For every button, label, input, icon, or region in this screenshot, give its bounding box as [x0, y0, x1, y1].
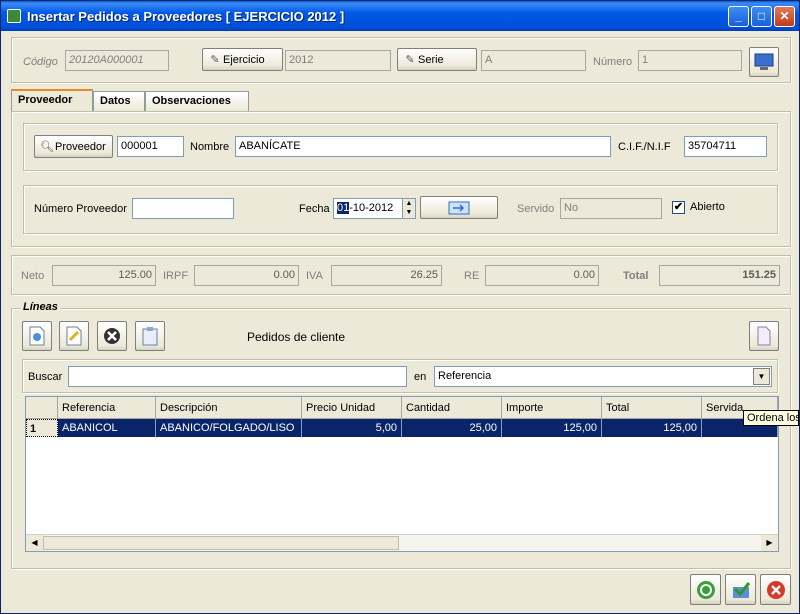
- lines-grid: Referencia Descripción Precio Unidad Can…: [25, 396, 779, 552]
- en-label: en: [414, 371, 427, 383]
- calendar-button[interactable]: [420, 196, 498, 219]
- re-field: 0.00: [485, 265, 599, 286]
- lineas-label: Líneas: [21, 301, 60, 313]
- cell-cantidad[interactable]: 25,00: [402, 419, 502, 437]
- horizontal-scrollbar[interactable]: ◀ ▶: [26, 534, 778, 551]
- calendar-icon: [448, 201, 470, 215]
- cell-descripcion[interactable]: ABANICO/FOLGADO/LISO: [156, 419, 302, 437]
- proveedor-code-input[interactable]: 000001: [117, 136, 184, 157]
- cell-referencia[interactable]: ABANICOL: [58, 419, 156, 437]
- nombre-label: Nombre: [190, 141, 230, 153]
- servido-field: No: [560, 198, 662, 219]
- buscar-label: Buscar: [28, 371, 63, 383]
- irpf-field: 0.00: [194, 265, 299, 286]
- proveedor-button[interactable]: 🔍︎Proveedor: [34, 135, 113, 158]
- app-icon: [7, 9, 21, 23]
- neto-field: 125.00: [52, 265, 156, 286]
- monitor-icon-shape: [754, 53, 774, 70]
- iva-label: IVA: [306, 270, 323, 282]
- column-header-referencia[interactable]: Referencia: [58, 397, 156, 419]
- column-header-precio-unidad[interactable]: Precio Unidad: [302, 397, 402, 419]
- minimize-button[interactable]: _: [728, 6, 749, 27]
- refresh-button[interactable]: [690, 574, 721, 605]
- codigo-field: 20120A000001: [65, 50, 169, 71]
- iva-field: 26.25: [331, 265, 442, 286]
- cell-importe[interactable]: 125,00: [502, 419, 602, 437]
- refresh-icon: [696, 581, 715, 599]
- numero-field: 1: [638, 50, 742, 71]
- cell-total[interactable]: 125,00: [602, 419, 702, 437]
- add-line-button[interactable]: [22, 321, 52, 351]
- cif-label: C.I.F./N.I.F: [618, 141, 671, 153]
- serie-button-label: Serie: [418, 54, 444, 66]
- save-check-icon: [732, 582, 750, 598]
- title-bar[interactable]: Insertar Pedidos a Proveedores [ EJERCIC…: [1, 1, 799, 31]
- search-field-select[interactable]: Referencia ▼: [434, 366, 772, 387]
- close-button[interactable]: ✕: [774, 6, 795, 27]
- total-field: 151.25: [659, 265, 780, 286]
- numero-proveedor-input[interactable]: [132, 198, 234, 219]
- fecha-day-selected: 01: [337, 202, 350, 214]
- column-header-cantidad[interactable]: Cantidad: [402, 397, 502, 419]
- edit-line-button[interactable]: [59, 321, 89, 351]
- neto-label: Neto: [21, 270, 45, 282]
- serie-field: A: [481, 50, 586, 71]
- servido-label: Servido: [517, 203, 555, 215]
- column-tooltip: Ordena los: [743, 410, 799, 426]
- delete-icon: [104, 328, 120, 344]
- nombre-input[interactable]: ABANÍCATE: [235, 136, 611, 157]
- window-title: Insertar Pedidos a Proveedores [ EJERCIC…: [27, 9, 345, 24]
- proveedor-button-label: Proveedor: [55, 141, 106, 153]
- serie-button[interactable]: ✎ Serie: [397, 48, 477, 71]
- codigo-label: Código: [23, 56, 58, 68]
- numero-label: Número: [593, 56, 633, 68]
- maximize-button[interactable]: □: [751, 6, 772, 27]
- cell-precio-unidad[interactable]: 5,00: [302, 419, 402, 437]
- paste-line-button[interactable]: [135, 321, 165, 351]
- document-icon: [757, 326, 771, 346]
- numero-proveedor-label: Número Proveedor: [34, 203, 127, 215]
- grid-corner: [26, 397, 58, 419]
- clipboard-icon: [142, 327, 158, 346]
- tab-datos[interactable]: Datos: [93, 91, 145, 111]
- document-button[interactable]: [749, 321, 779, 351]
- re-label: RE: [464, 270, 480, 282]
- search-field-value: Referencia: [438, 370, 492, 382]
- total-label: Total: [623, 270, 649, 282]
- new-document-icon: [29, 326, 45, 346]
- fecha-label: Fecha: [299, 203, 330, 215]
- ejercicio-button-label: Ejercicio: [223, 54, 265, 66]
- abierto-checkbox[interactable]: ✔: [672, 201, 685, 214]
- ejercicio-button[interactable]: ✎ Ejercicio: [202, 48, 283, 71]
- chevron-down-icon[interactable]: ▼: [753, 368, 770, 385]
- fecha-stepper[interactable]: ▲ ▼: [402, 198, 416, 219]
- scroll-right-icon[interactable]: ▶: [761, 535, 778, 551]
- tab-proveedor[interactable]: Proveedor: [11, 89, 93, 112]
- abierto-label: Abierto: [690, 201, 725, 213]
- scroll-left-icon[interactable]: ◀: [26, 535, 43, 551]
- ejercicio-field: 2012: [285, 50, 391, 71]
- magnifier-icon: 🔍︎: [40, 141, 54, 153]
- wand-icon: ✎: [210, 54, 220, 66]
- pedidos-cliente-label: Pedidos de cliente: [247, 330, 346, 344]
- wand-icon: ✎: [405, 54, 415, 66]
- cancel-icon: [766, 581, 785, 599]
- monitor-icon[interactable]: [749, 47, 779, 77]
- column-header-total[interactable]: Total: [602, 397, 702, 419]
- buscar-input[interactable]: [68, 366, 407, 387]
- fecha-input[interactable]: 01-10-2012: [333, 198, 403, 219]
- delete-line-button[interactable]: [97, 321, 127, 351]
- save-button[interactable]: [725, 574, 756, 605]
- cif-input[interactable]: 35704711: [684, 136, 767, 157]
- row-number[interactable]: 1: [26, 419, 58, 437]
- scroll-thumb[interactable]: [43, 536, 399, 550]
- edit-document-icon: [66, 326, 82, 346]
- fecha-rest: -10-2012: [349, 202, 394, 214]
- column-header-descripcion[interactable]: Descripción: [156, 397, 302, 419]
- tab-observaciones[interactable]: Observaciones: [145, 91, 249, 111]
- column-header-importe[interactable]: Importe: [502, 397, 602, 419]
- irpf-label: IRPF: [163, 270, 189, 282]
- cancel-button[interactable]: [760, 574, 791, 605]
- main-window: Insertar Pedidos a Proveedores [ EJERCIC…: [0, 0, 800, 614]
